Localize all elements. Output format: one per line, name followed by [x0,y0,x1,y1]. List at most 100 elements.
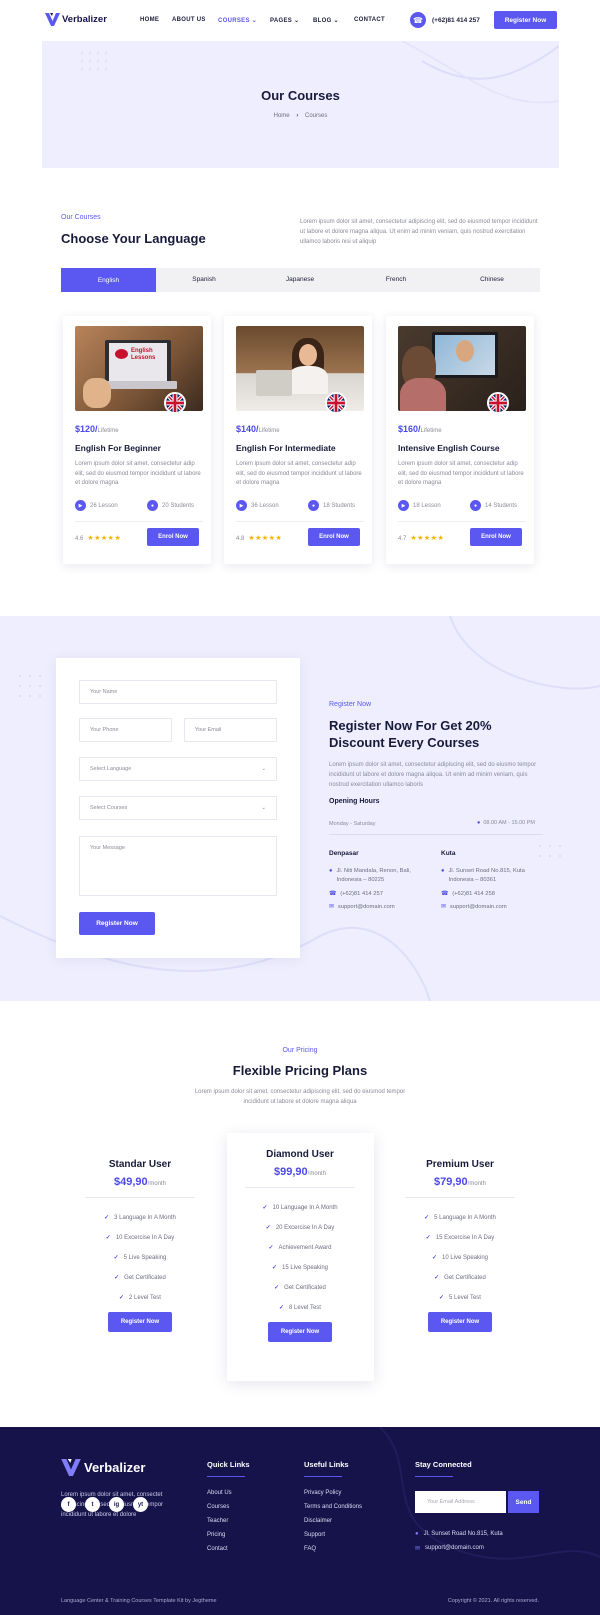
star-icons: ★★★★★ [248,535,283,542]
footer-brand: Verbalizer [84,1460,146,1475]
lesson-count: ▶ 18 Lesson [398,500,441,511]
check-icon: ✓ [119,1295,125,1301]
footer-link[interactable]: Courses [207,1504,229,1510]
course-desc: Lorem ipsum dolor sit amet, consectetur … [398,461,524,486]
message-field[interactable]: Your Message [79,836,277,896]
plan-register-button[interactable]: Register Now [108,1312,172,1332]
plan-feature: ✓ 15 Live Speaking [271,1265,329,1271]
office-email[interactable]: support@domain.com [450,904,507,910]
footer-link[interactable]: Disclaimer [304,1518,332,1524]
plan-feature: ✓ 15 Excercise In A Day [425,1235,495,1241]
tab-spanish[interactable]: Spanish [156,268,252,292]
newsletter-email-input[interactable]: Your Email Address [415,1491,506,1513]
course-title[interactable]: English For Intermediate [236,443,336,453]
tab-english[interactable]: English [61,268,156,292]
plan-feature: ✓ Achievement Award [268,1245,332,1251]
footer-link[interactable]: Pricing [207,1532,225,1538]
logo[interactable]: Verbalizer [45,13,107,26]
check-icon: ✓ [262,1205,268,1211]
plan-feature: ✓ 8 Level Test [279,1305,321,1311]
language-select[interactable]: Select Language ⌄ [79,757,277,781]
plan-register-button[interactable]: Register Now [268,1322,332,1342]
course-price: $160/Lifetime [398,424,442,434]
title-underline [415,1476,453,1477]
footer-link[interactable]: Terms and Conditions [304,1504,362,1510]
footer-link[interactable]: Privacy Policy [304,1490,341,1496]
register-form: Your Name Your Phone Your Email Select L… [56,658,300,958]
course-title[interactable]: Intensive English Course [398,443,500,453]
chevron-right-icon: › [296,113,299,119]
nav-blog[interactable]: BLOG ⌄ [313,17,339,24]
nav-blog-label: BLOG [313,18,332,24]
plan-feature: ✓ Get Certificated [274,1285,326,1291]
enrol-button[interactable]: Enrol Now [147,528,199,546]
register-submit-button[interactable]: Register Now [79,912,155,935]
email-field[interactable]: Your Email [184,718,277,742]
plan-register-button[interactable]: Register Now [428,1312,492,1332]
phone-field[interactable]: Your Phone [79,718,172,742]
uk-flag-icon [164,392,186,414]
header-phone[interactable]: (+62)81 414 257 [432,17,480,24]
plan-feature: ✓ 5 Level Test [439,1295,481,1301]
footer-link[interactable]: About Us [207,1490,232,1496]
plan-price: $79,90/month [434,1176,486,1188]
enrol-button[interactable]: Enrol Now [308,528,360,546]
course-card[interactable]: $160/Lifetime Intensive English Course L… [386,316,534,564]
tab-chinese[interactable]: Chinese [444,268,540,292]
footer-email[interactable]: ✉ support@domain.com [415,1545,484,1552]
footer-link[interactable]: Teacher [207,1518,228,1524]
divider [75,521,203,522]
course-card[interactable]: $140/Lifetime English For Intermediate L… [224,316,372,564]
divider [236,521,364,522]
footer-logo[interactable]: Verbalizer [61,1459,145,1476]
nav-courses-label: COURSES [218,18,250,24]
course-card[interactable]: English Lessons $120/Lifetime English Fo… [63,316,211,564]
divider [245,1187,355,1188]
pricing-eyebrow: Our Pricing [282,1047,318,1054]
courses-eyebrow: Our Courses [61,214,101,221]
breadcrumb-current: Courses [305,113,328,119]
plan-name: Premium User [426,1159,494,1170]
header-register-button[interactable]: Register Now [494,11,557,29]
footer-link[interactable]: Contact [207,1546,228,1552]
youtube-icon[interactable]: yt [133,1497,148,1512]
twitter-icon[interactable]: t [85,1497,100,1512]
breadcrumb-home[interactable]: Home [274,113,290,119]
office-phone[interactable]: (+62)81 414 258 [452,891,495,897]
check-icon: ✓ [439,1295,445,1301]
plan-feature: ✓ 20 Excercise In A Day [265,1225,335,1231]
course-price: $140/Lifetime [236,424,280,434]
logo-v-icon [45,13,60,26]
facebook-icon[interactable]: f [61,1497,76,1512]
nav-home[interactable]: HOME [140,17,159,23]
enrol-button[interactable]: Enrol Now [470,528,522,546]
uk-flag-icon [325,392,347,414]
office-city: Kuta [441,850,456,857]
course-title[interactable]: English For Beginner [75,443,161,453]
tab-japanese[interactable]: Japanese [252,268,348,292]
nav-courses[interactable]: COURSES ⌄ [218,17,257,24]
language-select-value: Select Language [90,766,132,772]
office-address: Jl. Niti Mandala, Renon, Bali, Indonesia… [336,868,411,883]
check-icon: ✓ [113,1255,119,1261]
name-field[interactable]: Your Name [79,680,277,704]
office-phone[interactable]: (+62)81 414 257 [340,891,383,897]
check-icon: ✓ [424,1215,430,1221]
instagram-icon[interactable]: ig [109,1497,124,1512]
footer-link[interactable]: Support [304,1532,325,1538]
course-price: $120/Lifetime [75,424,119,434]
plan-feature: ✓ 5 Language In A Month [424,1215,496,1221]
office-email[interactable]: support@domain.com [338,904,395,910]
newsletter-send-button[interactable]: Send [508,1491,539,1513]
courses-select[interactable]: Select Courses ⌄ [79,796,277,820]
nav-about[interactable]: ABOUT US [172,17,206,23]
star-icons: ★★★★★ [410,535,445,542]
stay-connected-title: Stay Connected [415,1460,472,1469]
chevron-down-icon: ⌄ [251,18,258,24]
footer-link[interactable]: FAQ [304,1546,316,1552]
tab-french[interactable]: French [348,268,444,292]
opening-hours-title: Opening Hours [329,798,380,805]
site-footer [0,1427,600,1615]
nav-pages[interactable]: PAGES ⌄ [270,17,299,24]
nav-contact[interactable]: CONTACT [354,17,385,23]
